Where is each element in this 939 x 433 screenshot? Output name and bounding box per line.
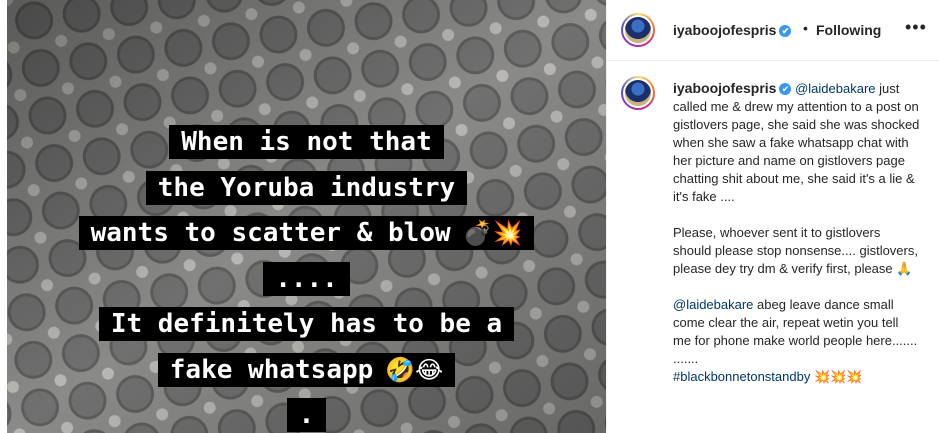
caption-line: When is not that bbox=[7, 120, 606, 166]
verified-icon: ✔ bbox=[779, 83, 792, 95]
mention-link[interactable]: @laidebakare bbox=[673, 297, 753, 312]
image-caption-overlay: When is not that the Yoruba industry wan… bbox=[7, 120, 606, 433]
post-image[interactable]: When is not that the Yoruba industry wan… bbox=[7, 0, 606, 433]
post-header: iyaboojofespris ✔ • Following ••• bbox=[607, 0, 939, 61]
separator-dot: • bbox=[803, 20, 808, 36]
mention-link[interactable]: @laidebakare bbox=[795, 81, 875, 96]
header-username[interactable]: iyaboojofespris ✔ bbox=[673, 22, 792, 38]
hashtag-link[interactable]: #blackbonnetonstandby bbox=[673, 369, 810, 384]
avatar[interactable] bbox=[621, 13, 655, 47]
more-options-icon[interactable]: ••• bbox=[905, 17, 927, 38]
caption-line: wants to scatter & blow 💣💥 bbox=[7, 211, 606, 257]
comment-username[interactable]: iyaboojofespris bbox=[673, 80, 776, 96]
caption-line: fake whatsapp 🤣😂 bbox=[7, 348, 606, 394]
bomb-explosion-emoji: 💣💥 bbox=[456, 217, 529, 249]
comment-paragraph: just called me & drew my attention to a … bbox=[673, 81, 920, 204]
explosion-emoji: 💥💥💥 bbox=[810, 369, 863, 384]
caption-line: the Yoruba industry bbox=[7, 166, 606, 212]
verified-icon: ✔ bbox=[779, 25, 792, 37]
caption-line: .... bbox=[7, 257, 606, 303]
following-button[interactable]: Following bbox=[816, 22, 881, 38]
comment-text: iyaboojofespris ✔ @laidebakare just calle… bbox=[673, 79, 920, 386]
comment-paragraph: Please, whoever sent it to gistlovers sh… bbox=[673, 225, 918, 276]
caption-line: It definitely has to be a bbox=[7, 302, 606, 348]
caption-line: . bbox=[7, 393, 606, 433]
post-side-panel: iyaboojofespris ✔ • Following ••• iyabooj… bbox=[606, 0, 939, 433]
laughing-emoji: 🤣😂 bbox=[379, 353, 450, 386]
avatar[interactable] bbox=[621, 76, 655, 110]
comment-paragraph: ....... bbox=[673, 351, 699, 366]
